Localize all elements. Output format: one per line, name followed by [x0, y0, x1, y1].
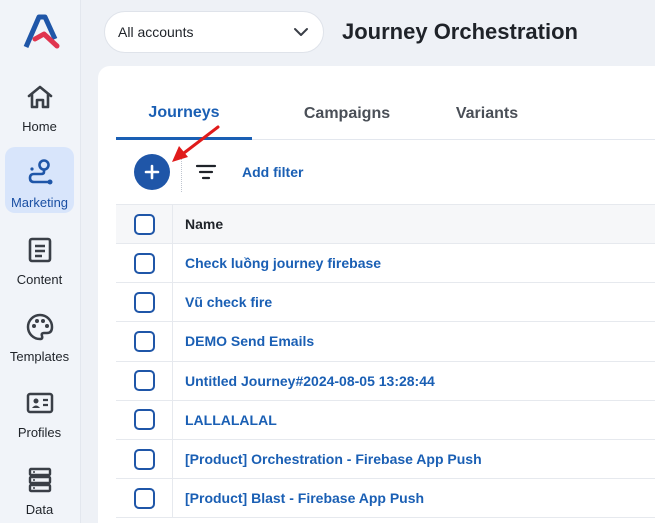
select-all-cell: [116, 205, 173, 243]
add-filter-link[interactable]: Add filter: [242, 164, 303, 180]
name-cell: Untitled Journey#2024-08-05 13:28:44: [185, 362, 435, 400]
tab-variants[interactable]: Variants: [428, 88, 546, 140]
name-cell: DEMO Send Emails: [185, 322, 314, 360]
row-checkbox-cell: [116, 479, 173, 518]
journeys-table: Name Check luồng journey firebase Vũ chec…: [116, 204, 655, 519]
sidebar-item-label: Data: [25, 502, 54, 517]
select-all-checkbox[interactable]: [133, 213, 155, 235]
sidebar-item-label: Home: [22, 119, 57, 134]
sidebar-item-label: Profiles: [17, 425, 62, 440]
chevron-down-icon: [294, 28, 308, 36]
name-cell: Check luồng journey firebase: [185, 244, 381, 282]
row-checkbox-cell: [116, 400, 173, 439]
name-cell: LALLALALAL: [185, 401, 277, 439]
palette-icon: [26, 313, 53, 341]
table-row: DEMO Send Emails: [116, 322, 655, 362]
row-checkbox-cell: [116, 322, 173, 361]
brand-logo[interactable]: [22, 13, 60, 51]
row-checkbox[interactable]: [133, 487, 155, 509]
id-card-icon: [26, 392, 53, 414]
route-icon: [28, 159, 52, 185]
row-checkbox-cell: [116, 244, 173, 283]
plus-icon: [144, 164, 160, 180]
column-header-name: Name: [185, 216, 224, 232]
tab-campaigns[interactable]: Campaigns: [276, 88, 418, 140]
table-row: [Product] Blast - Firebase App Push: [116, 479, 655, 519]
page-title: Journey Orchestration: [342, 19, 578, 44]
name-cell: [Product] Blast - Firebase App Push: [185, 479, 424, 517]
account-select-value: All accounts: [118, 24, 194, 40]
sidebar-item-label: Content: [16, 272, 63, 287]
sidebar-item-profiles[interactable]: Profiles: [5, 377, 74, 443]
table-row: [Product] Orchestration - Firebase App P…: [116, 439, 655, 480]
sidebar-item-content[interactable]: Content: [5, 224, 74, 290]
row-checkbox[interactable]: [133, 409, 155, 431]
sidebar: Home Marketing Content Templates Profile…: [0, 0, 81, 523]
home-icon: [27, 85, 52, 109]
row-checkbox[interactable]: [133, 252, 155, 274]
journey-name-link[interactable]: Vũ check fire: [185, 294, 272, 310]
table-row: Vũ check fire: [116, 283, 655, 323]
row-checkbox-cell: [116, 439, 173, 479]
annotation-arrow-icon: [172, 125, 220, 162]
row-checkbox[interactable]: [133, 291, 155, 313]
account-select[interactable]: All accounts: [104, 11, 324, 53]
table-row: Untitled Journey#2024-08-05 13:28:44: [116, 361, 655, 401]
sidebar-item-data[interactable]: Data: [5, 454, 74, 520]
table-row: LALLALALAL: [116, 400, 655, 440]
journey-name-link[interactable]: LALLALALAL: [185, 412, 277, 428]
add-journey-button[interactable]: [134, 154, 170, 190]
sidebar-item-label: Marketing: [10, 195, 69, 210]
sidebar-item-label: Templates: [9, 349, 70, 364]
table-header-row: Name: [116, 204, 655, 244]
journey-name-link[interactable]: DEMO Send Emails: [185, 333, 314, 349]
main-card: Journeys Campaigns Variants Add filter N…: [98, 66, 655, 523]
sidebar-item-home[interactable]: Home: [5, 71, 74, 137]
row-checkbox-cell: [116, 361, 173, 400]
database-icon: [28, 467, 51, 493]
name-cell: Vũ check fire: [185, 283, 272, 321]
document-icon: [28, 237, 51, 263]
row-checkbox[interactable]: [133, 370, 155, 392]
name-cell: [Product] Orchestration - Firebase App P…: [185, 440, 482, 478]
journey-name-link[interactable]: [Product] Blast - Firebase App Push: [185, 490, 424, 506]
journey-name-link[interactable]: [Product] Orchestration - Firebase App P…: [185, 451, 482, 467]
row-checkbox[interactable]: [133, 448, 155, 470]
row-checkbox[interactable]: [133, 330, 155, 352]
table-row: Check luồng journey firebase: [116, 244, 655, 284]
journey-name-link[interactable]: Check luồng journey firebase: [185, 255, 381, 271]
journey-name-link[interactable]: Untitled Journey#2024-08-05 13:28:44: [185, 373, 435, 389]
sidebar-item-marketing[interactable]: Marketing: [5, 147, 74, 213]
row-checkbox-cell: [116, 283, 173, 322]
sidebar-item-templates[interactable]: Templates: [5, 301, 74, 367]
